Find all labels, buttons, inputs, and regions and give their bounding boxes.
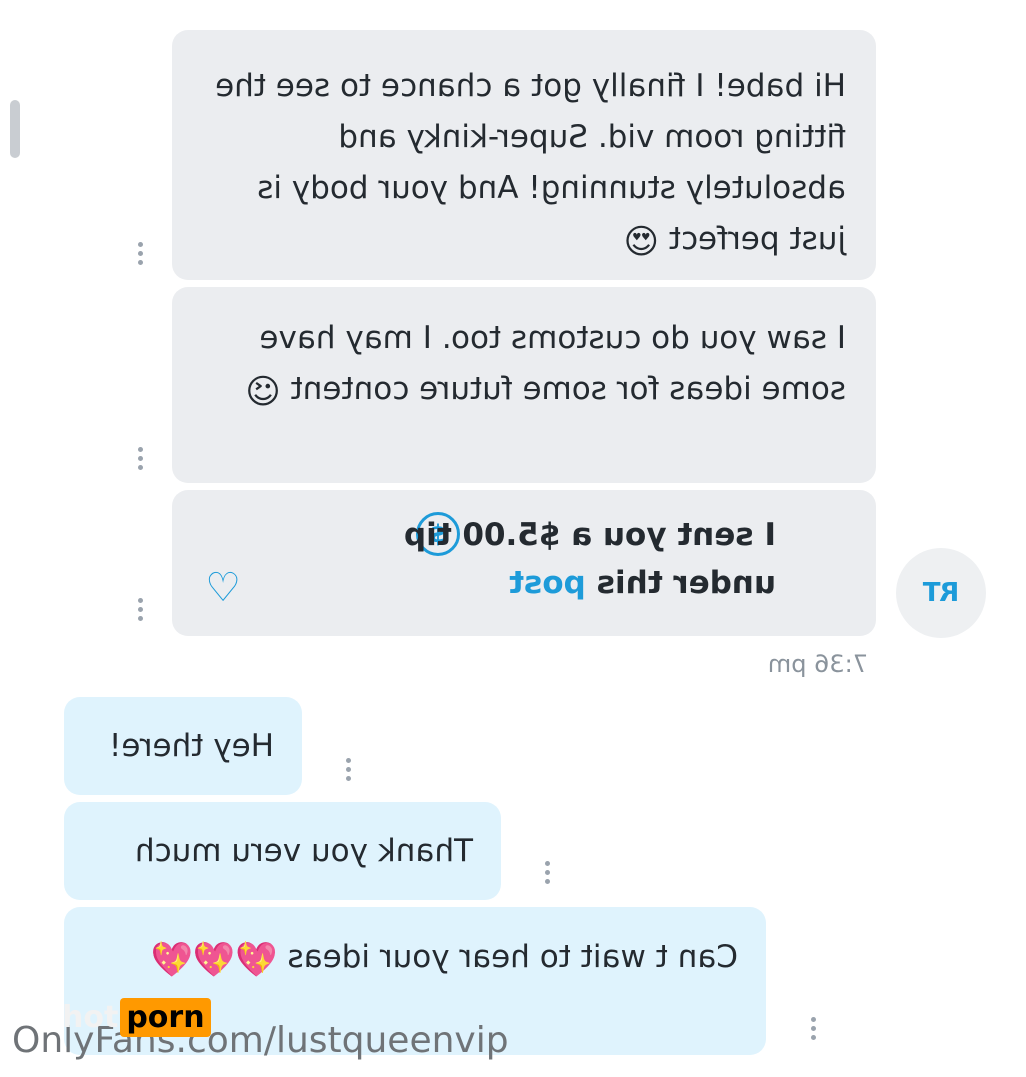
message-timestamp: 7:36 pm (767, 650, 868, 678)
message-options-button[interactable] (345, 758, 353, 781)
incoming-message: I saw you do customs too. I may have som… (172, 287, 876, 483)
heart-eyes-emoji: 😍 (623, 222, 660, 262)
message-options-button[interactable] (137, 447, 145, 470)
watermark-logo: hot porn (62, 998, 211, 1037)
avatar[interactable]: RT (896, 548, 986, 638)
post-link[interactable]: post (509, 565, 586, 601)
logo-porn: porn (120, 998, 211, 1037)
wink-emoji: 😉 (245, 372, 281, 412)
incoming-message: Hi babe! I finally got a chance to see t… (172, 30, 876, 280)
bottom-edge (0, 1060, 1026, 1077)
message-options-button[interactable] (810, 1017, 818, 1040)
message-options-button[interactable] (137, 242, 145, 265)
message-text: I saw you do customs too. I may have som… (259, 320, 846, 407)
logo-hot: hot (62, 1000, 119, 1035)
chat-thread: Hi babe! I finally got a chance to see t… (0, 0, 1026, 1077)
message-text: Can t wait to hear your ideas (287, 939, 738, 975)
outgoing-message: Hey there! (64, 697, 302, 795)
scrollbar[interactable] (10, 100, 20, 158)
tip-message-text: I sent you a $5.00 tip under this (403, 517, 776, 601)
message-text: Hey there! (108, 728, 274, 764)
outgoing-message: Thank you veru much (64, 802, 501, 900)
sparkling-heart-emoji: 💖💖💖 (150, 940, 278, 980)
message-options-button[interactable] (544, 861, 552, 884)
message-options-button[interactable] (137, 598, 145, 621)
tip-text: I sent you a $5.00 tip under this post (296, 511, 776, 607)
avatar-initials: RT (922, 578, 960, 608)
message-text: Thank you veru much (134, 833, 473, 869)
like-heart-icon[interactable]: ♡ (205, 565, 241, 611)
message-text: Hi babe! I finally got a chance to see t… (215, 68, 846, 257)
